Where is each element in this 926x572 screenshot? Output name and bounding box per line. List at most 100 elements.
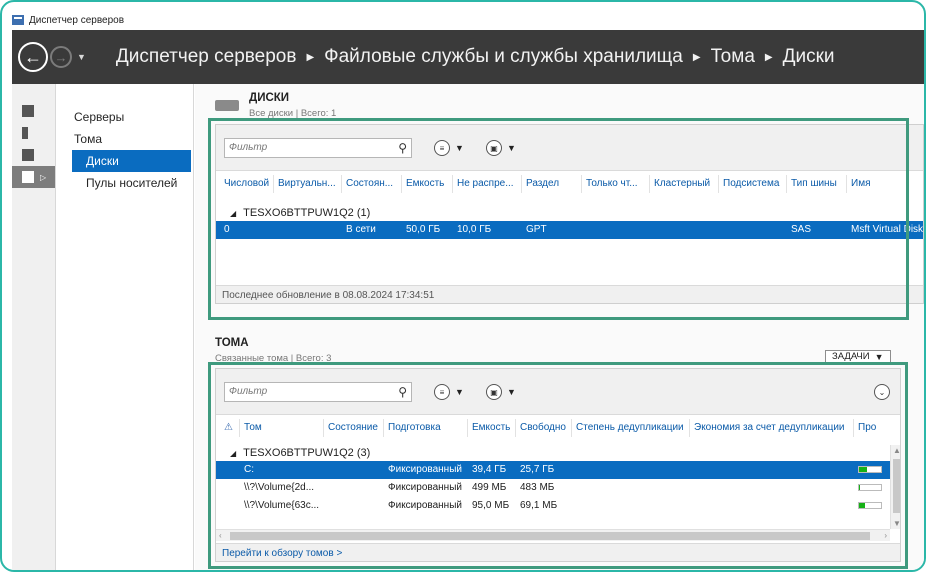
chevron-down-icon: ▼	[455, 143, 464, 153]
breadcrumb-item-disks[interactable]: Диски	[783, 46, 835, 68]
local-server-icon	[22, 127, 28, 139]
arrow-right-icon: →	[54, 49, 68, 65]
last-updated-text: Последнее обновление в 08.08.2024 17:34:…	[222, 290, 435, 301]
horizontal-scroll-thumb[interactable]	[230, 532, 870, 540]
table-row[interactable]: \\?\Volume{2d... Фиксированный 499 МБ 48…	[216, 479, 890, 497]
collapse-triangle-icon[interactable]: ◢	[230, 449, 236, 458]
cell-dedup-rate	[572, 479, 690, 497]
scroll-down-icon[interactable]: ▼	[893, 519, 900, 528]
rail-file-services[interactable]: ▷	[12, 166, 55, 188]
cell-provisioning: Фиксированный	[388, 482, 462, 493]
volumes-toolbar: Фильтр ⚲ ≡ ▼ ▣ ▼ ⌄	[216, 369, 900, 415]
all-servers-icon	[22, 149, 34, 161]
back-button[interactable]: ←	[18, 42, 48, 72]
cell-capacity: 50,0 ГБ	[406, 224, 441, 235]
table-row[interactable]: C: Фиксированный 39,4 ГБ 25,7 ГБ	[216, 461, 890, 479]
col-bus-type[interactable]: Тип шины	[787, 175, 847, 193]
col-free[interactable]: Свободно	[516, 419, 572, 437]
list-view-icon: ≡	[434, 384, 450, 400]
cell-clustered	[650, 221, 719, 239]
col-warning[interactable]: ⚠	[220, 419, 240, 437]
volumes-filter-placeholder: Фильтр	[229, 386, 268, 397]
col-read-only[interactable]: Только чт...	[582, 175, 650, 193]
volumes-group-row[interactable]: ◢ TESXO6BTTPUW1Q2 (3)	[230, 447, 370, 459]
volumes-view-options-button[interactable]: ≡ ▼	[434, 384, 464, 400]
scroll-left-icon[interactable]: ‹	[219, 531, 222, 540]
sidebar: Серверы Тома Диски Пулы носителей	[56, 84, 194, 570]
cell-status: В сети	[346, 224, 376, 235]
breadcrumb-item-server-manager[interactable]: Диспетчер серверов	[116, 46, 297, 68]
volumes-collapse-button[interactable]: ⌄	[874, 384, 890, 400]
window-title: Диспетчер серверов	[29, 14, 125, 26]
sidebar-item-storage-pools[interactable]: Пулы носителей	[56, 172, 193, 194]
volumes-filter-input[interactable]: Фильтр ⚲	[224, 382, 412, 402]
vertical-scroll-thumb[interactable]	[893, 459, 900, 513]
col-dedup-savings[interactable]: Экономия за счет дедупликации	[690, 419, 854, 437]
cell-bus-type: SAS	[791, 224, 812, 235]
sidebar-item-volumes[interactable]: Тома	[56, 128, 193, 150]
cell-volume: \\?\Volume{2d...	[244, 482, 315, 493]
sidebar-item-servers[interactable]: Серверы	[56, 106, 193, 128]
col-unallocated[interactable]: Не распре...	[453, 175, 522, 193]
volumes-save-query-button[interactable]: ▣ ▼	[486, 384, 516, 400]
col-partition[interactable]: Раздел	[522, 175, 582, 193]
cell-volume: \\?\Volume{63c...	[244, 500, 320, 511]
scroll-up-icon[interactable]: ▲	[893, 446, 900, 455]
rail-dashboard[interactable]	[12, 100, 55, 122]
cell-volume: C:	[244, 464, 254, 475]
disks-toolbar: Фильтр ⚲ ≡ ▼ ▣ ▼	[216, 125, 923, 171]
disks-section-subtitle: Все диски | Всего: 1	[249, 108, 337, 119]
disks-save-query-button[interactable]: ▣ ▼	[486, 140, 516, 156]
col-virtual[interactable]: Виртуальн...	[274, 175, 342, 193]
rail-local-server[interactable]	[12, 122, 55, 144]
col-dedup-rate[interactable]: Степень дедупликации	[572, 419, 690, 437]
disks-filter-input[interactable]: Фильтр ⚲	[224, 138, 412, 158]
cell-name: Msft Virtual Disk	[851, 224, 924, 235]
collapse-triangle-icon[interactable]: ◢	[230, 209, 236, 218]
icon-rail: ▷	[12, 84, 56, 570]
rail-all-servers[interactable]	[12, 144, 55, 166]
col-subsystem[interactable]: Подсистема	[719, 175, 787, 193]
col-provisioning[interactable]: Подготовка	[384, 419, 468, 437]
cell-read-only	[582, 221, 650, 239]
tasks-label: ЗАДАЧИ	[832, 351, 870, 362]
table-row[interactable]: \\?\Volume{63c... Фиксированный 95,0 МБ …	[216, 497, 890, 515]
cell-unallocated: 10,0 ГБ	[457, 224, 492, 235]
col-volume-capacity[interactable]: Емкость	[468, 419, 516, 437]
disks-view-options-button[interactable]: ≡ ▼	[434, 140, 464, 156]
cell-dedup-rate	[572, 497, 690, 515]
sidebar-item-disks[interactable]: Диски	[72, 150, 191, 172]
disks-group-row[interactable]: ◢ TESXO6BTTPUW1Q2 (1)	[230, 207, 370, 219]
usage-progress-bar	[858, 466, 882, 473]
col-capacity[interactable]: Емкость	[402, 175, 453, 193]
scroll-right-icon[interactable]: ›	[884, 531, 887, 540]
col-status[interactable]: Состоян...	[342, 175, 402, 193]
volumes-horizontal-scrollbar[interactable]: ‹ ›	[216, 529, 890, 541]
breadcrumb-item-volumes[interactable]: Тома	[711, 46, 755, 68]
col-percent[interactable]: Про	[854, 419, 890, 437]
cell-volume-capacity: 499 МБ	[472, 482, 507, 493]
table-row[interactable]: 0 В сети 50,0 ГБ 10,0 ГБ GPT SAS Msft Vi…	[216, 221, 924, 239]
search-icon[interactable]: ⚲	[398, 386, 407, 398]
col-volume[interactable]: Том	[240, 419, 324, 437]
file-storage-icon	[22, 171, 34, 183]
warning-icon: ⚠	[224, 422, 233, 433]
col-number[interactable]: Числовой	[220, 175, 274, 193]
forward-button[interactable]: →	[50, 46, 72, 68]
search-icon[interactable]: ⚲	[398, 142, 407, 154]
arrow-left-icon: ←	[24, 46, 42, 67]
breadcrumb-separator-icon: ▶	[306, 51, 315, 63]
col-name[interactable]: Имя	[847, 175, 923, 193]
disks-group-label: TESXO6BTTPUW1Q2 (1)	[243, 207, 371, 219]
breadcrumb-item-file-services[interactable]: Файловые службы и службы хранилища	[324, 46, 683, 68]
volumes-vertical-scrollbar[interactable]: ▲ ▼	[890, 445, 900, 529]
history-dropdown-icon[interactable]: ▼	[77, 52, 86, 62]
cell-dedup-savings	[690, 461, 854, 479]
dashboard-grid-icon	[22, 105, 34, 117]
tasks-dropdown[interactable]: ЗАДАЧИ ▼	[825, 350, 891, 364]
title-bar: Диспетчер серверов	[12, 10, 124, 30]
go-to-volumes-overview-link[interactable]: Перейти к обзору томов >	[222, 548, 342, 559]
col-clustered[interactable]: Кластерный	[650, 175, 719, 193]
volumes-section-title: ТОМА	[215, 337, 249, 349]
col-volume-status[interactable]: Состояние	[324, 419, 384, 437]
